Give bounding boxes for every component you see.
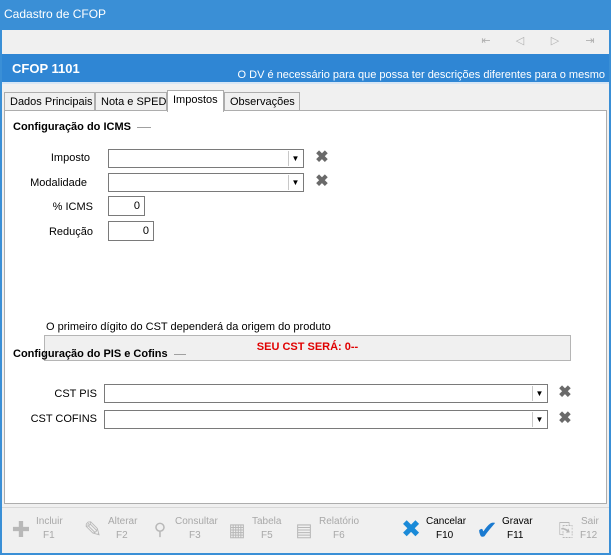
next-record-icon[interactable]: ▷ — [548, 34, 562, 48]
clear-cst-pis-icon[interactable]: ✖ — [557, 385, 573, 401]
pis-section-label: Configuração do PIS e Cofins — [13, 348, 168, 360]
tabela-button[interactable]: ▦ Tabela F5 — [224, 514, 284, 550]
consultar-label: Consultar — [175, 516, 218, 527]
pencil-icon: ✎ — [83, 517, 103, 542]
cst-pis-select[interactable]: ▼ — [104, 384, 548, 403]
record-title: CFOP 1101 — [12, 61, 80, 76]
sair-button[interactable]: ⎘ Sair F12 — [553, 514, 605, 550]
table-icon: ▦ — [228, 520, 246, 540]
relatorio-button[interactable]: ▤ Relatório F6 — [291, 514, 359, 550]
search-icon: ⚲ — [153, 520, 167, 539]
chevron-down-icon[interactable]: ▼ — [532, 412, 546, 427]
icms-section-title: Configuração do ICMS — [13, 121, 151, 133]
imposto-select[interactable]: ▼ — [108, 149, 304, 168]
tabela-label: Tabela — [252, 516, 282, 527]
first-record-icon[interactable]: ⇤ — [479, 34, 493, 48]
incluir-label: Incluir — [36, 516, 63, 527]
window-client: ⇤ ◁ ▷ ⇥ CFOP 1101 O DV é necessário para… — [2, 30, 609, 553]
sair-label: Sair — [581, 516, 599, 527]
relatorio-label: Relatório — [319, 516, 360, 527]
section-divider — [136, 126, 151, 128]
chevron-down-icon[interactable]: ▼ — [288, 175, 302, 190]
modalidade-select[interactable]: ▼ — [108, 173, 304, 192]
clear-cst-cofins-icon[interactable]: ✖ — [557, 411, 573, 427]
checkmark-icon: ✔ — [476, 515, 498, 545]
alterar-label: Alterar — [108, 516, 138, 527]
chevron-down-icon[interactable]: ▼ — [288, 151, 302, 166]
cancelar-shortcut: F10 — [436, 530, 454, 541]
previous-record-icon[interactable]: ◁ — [513, 34, 527, 48]
record-header: CFOP 1101 O DV é necessário para que pos… — [2, 54, 609, 84]
alterar-button[interactable]: ✎ Alterar F2 — [80, 514, 140, 550]
cst-pis-label: CST PIS — [54, 388, 97, 400]
imposto-label: Imposto — [50, 152, 90, 164]
gravar-shortcut: F11 — [507, 530, 524, 541]
icms-section-label: Configuração do ICMS — [13, 121, 131, 133]
cst-info-text: O primeiro dígito do CST dependerá da or… — [46, 321, 331, 333]
percent-icms-label: % ICMS — [52, 201, 93, 213]
gravar-label: Gravar — [502, 516, 533, 527]
cancelar-button[interactable]: ✖ Cancelar F10 — [398, 514, 466, 550]
cancelar-label: Cancelar — [426, 516, 467, 527]
gravar-button[interactable]: ✔ Gravar F11 — [474, 514, 536, 550]
clear-imposto-icon[interactable]: ✖ — [314, 150, 330, 166]
reducao-label: Redução — [48, 226, 93, 238]
percent-icms-input[interactable]: 0 — [108, 196, 145, 216]
tabela-shortcut: F5 — [261, 530, 273, 541]
cst-cofins-select[interactable]: ▼ — [104, 410, 548, 429]
tab-observacoes[interactable]: Observações — [224, 92, 300, 111]
incluir-button[interactable]: ✚ Incluir F1 — [8, 514, 70, 550]
cst-cofins-label: CST COFINS — [30, 413, 97, 425]
tab-impostos[interactable]: Impostos — [167, 90, 224, 112]
header-note: O DV é necessário para que possa ter des… — [237, 69, 605, 81]
impostos-panel: Configuração do ICMS Imposto ▼ ✖ Modalid… — [4, 110, 607, 504]
report-icon: ▤ — [295, 520, 313, 540]
action-toolbar: ✚ Incluir F1 ✎ Alterar F2 ⚲ Consultar F3… — [2, 507, 609, 553]
incluir-shortcut: F1 — [43, 530, 55, 541]
tab-nota-e-sped[interactable]: Nota e SPED — [95, 92, 167, 111]
record-navigator: ⇤ ◁ ▷ ⇥ — [2, 30, 609, 53]
consultar-button[interactable]: ⚲ Consultar F3 — [147, 514, 218, 550]
exit-icon: ⎘ — [558, 520, 574, 540]
tab-dados-principais[interactable]: Dados Principais — [4, 92, 95, 111]
section-divider — [173, 353, 186, 355]
sair-shortcut: F12 — [580, 530, 598, 541]
relatorio-shortcut: F6 — [333, 530, 345, 541]
last-record-icon[interactable]: ⇥ — [583, 34, 597, 48]
tab-strip: Dados Principais Nota e SPED Impostos Ob… — [2, 90, 609, 112]
reducao-input[interactable]: 0 — [108, 221, 154, 241]
plus-icon: ✚ — [11, 517, 31, 542]
clear-modalidade-icon[interactable]: ✖ — [314, 174, 330, 190]
modalidade-label: Modalidade — [30, 177, 87, 189]
chevron-down-icon[interactable]: ▼ — [532, 386, 546, 401]
cancel-x-icon: ✖ — [400, 516, 422, 543]
window-title: Cadastro de CFOP — [0, 0, 611, 30]
consultar-shortcut: F3 — [189, 530, 201, 541]
alterar-shortcut: F2 — [116, 530, 128, 541]
pis-section-title: Configuração do PIS e Cofins — [13, 348, 186, 360]
